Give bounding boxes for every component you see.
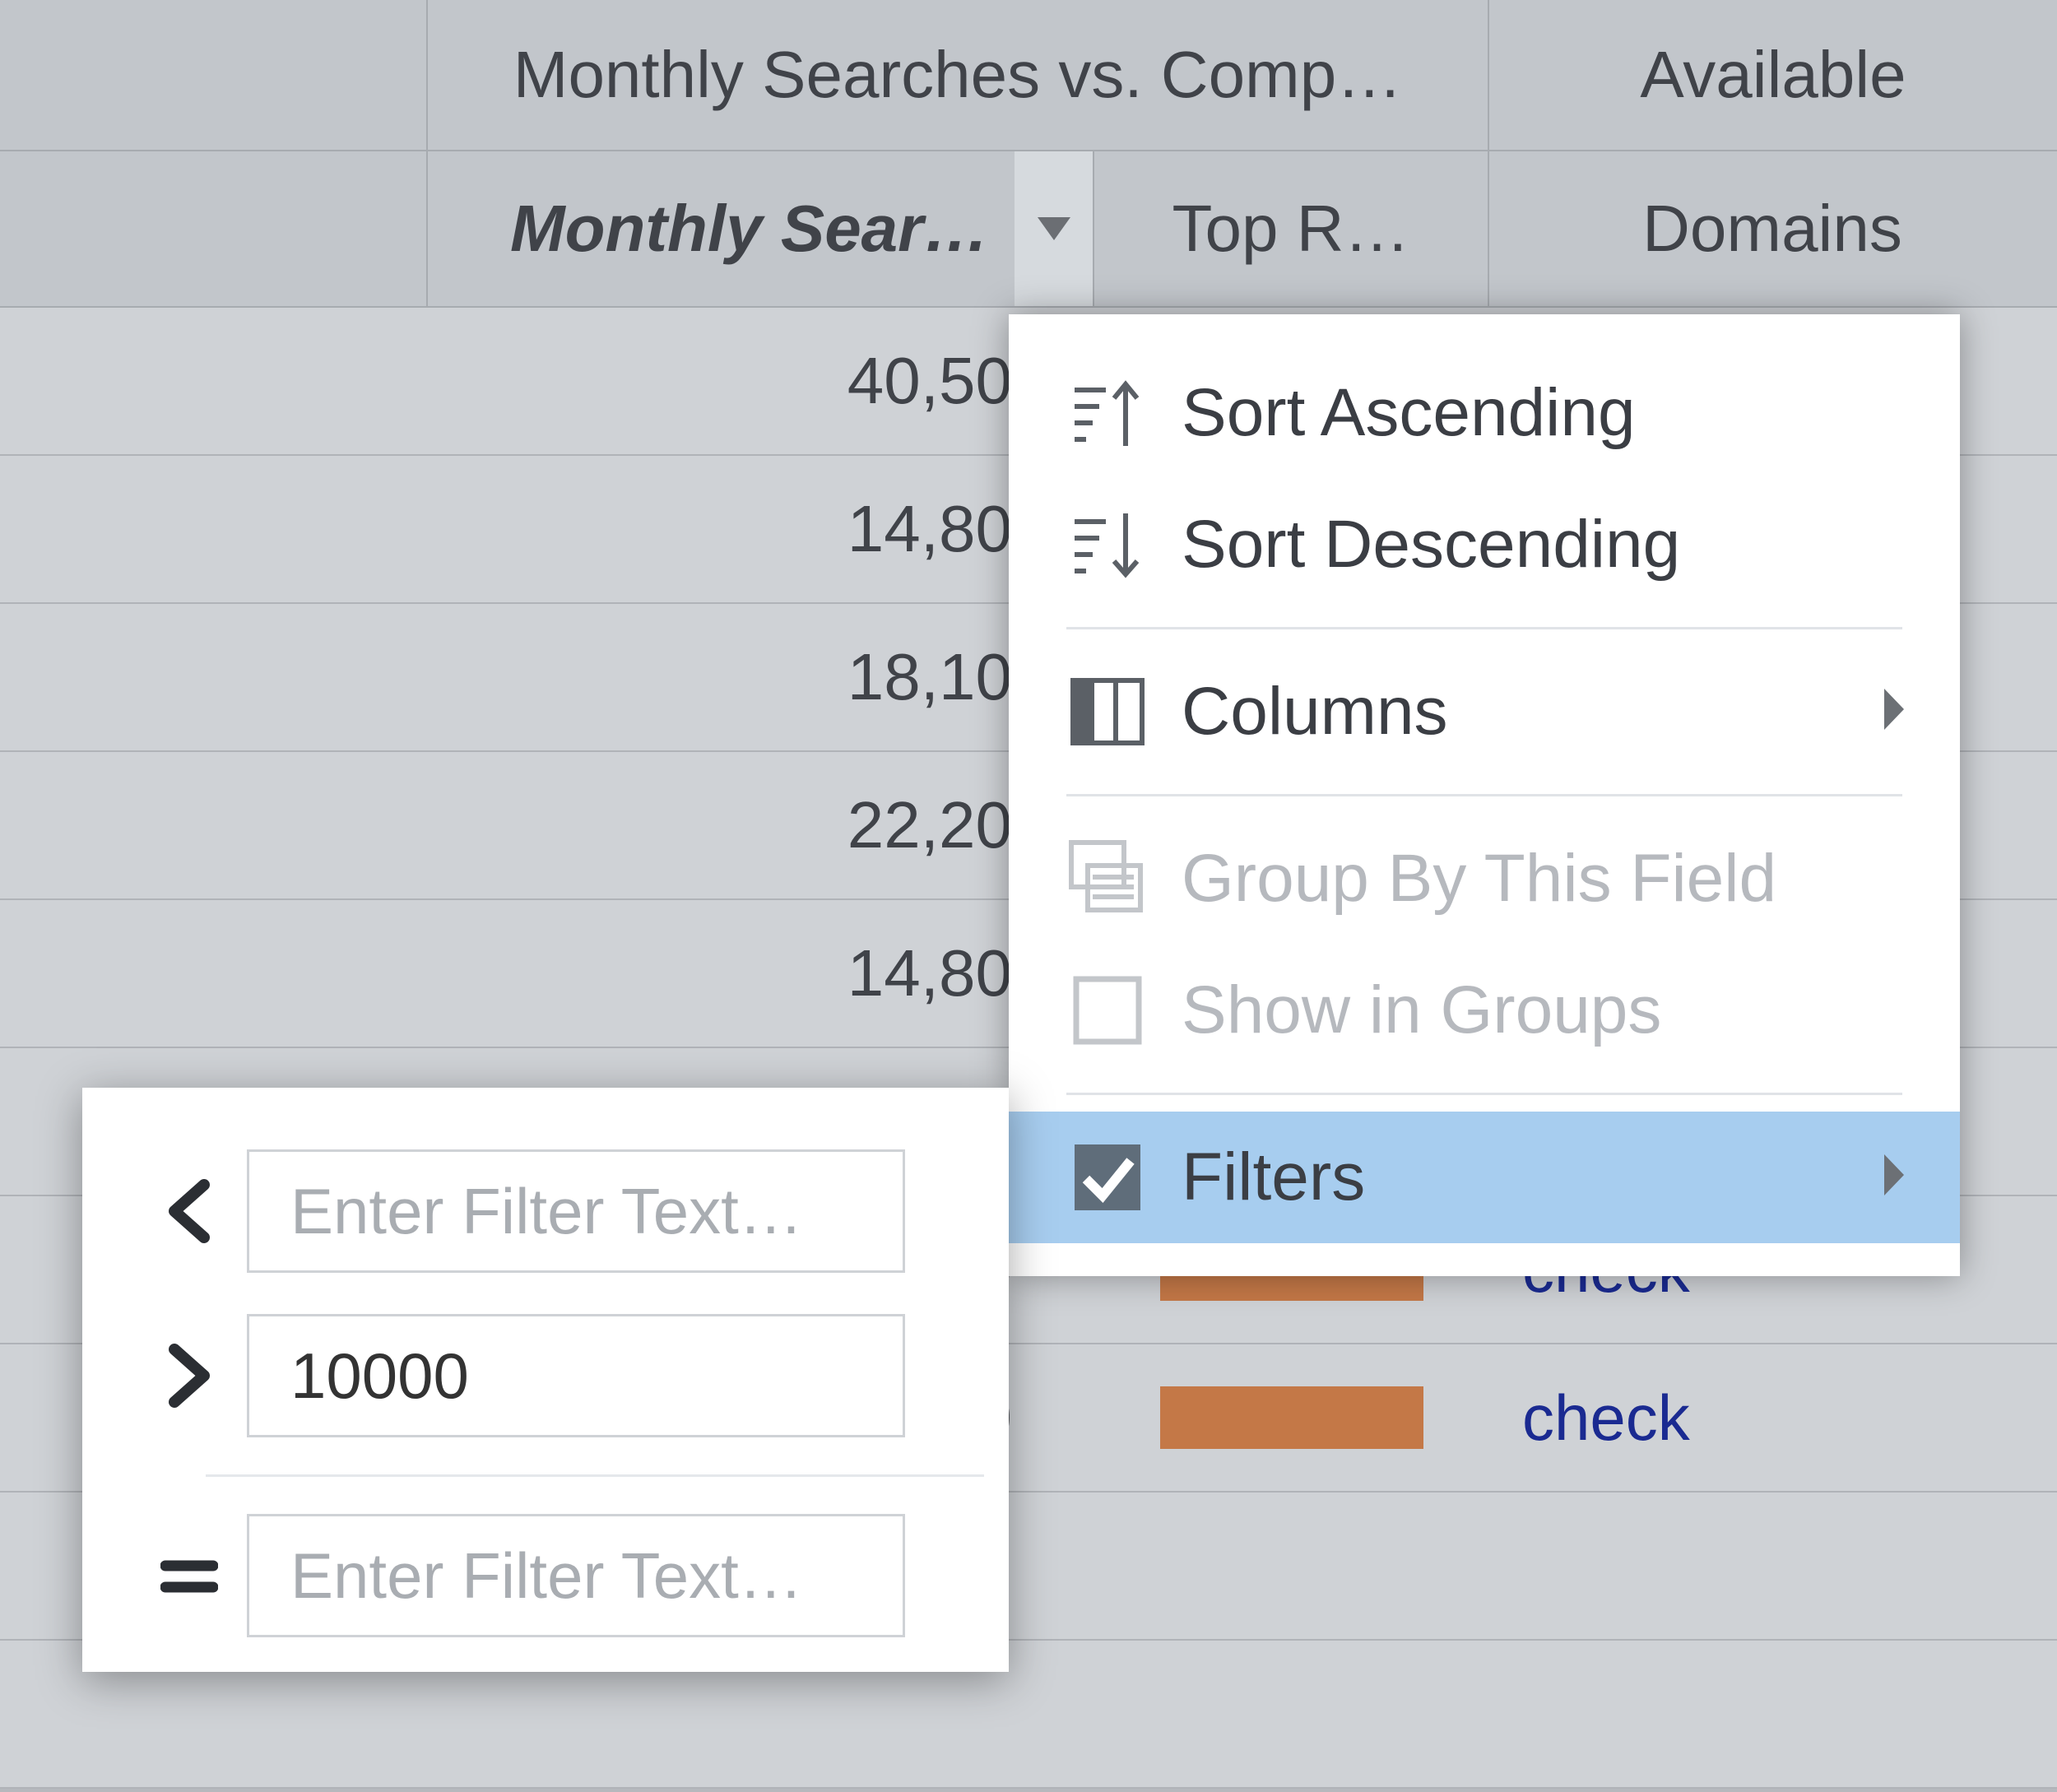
menu-columns[interactable]: Columns xyxy=(1009,646,1960,778)
bar-indicator xyxy=(1160,1386,1423,1449)
filter-input-gt[interactable] xyxy=(247,1314,905,1437)
submenu-arrow-icon xyxy=(1878,673,1911,750)
column-header-top-r[interactable]: Top R… xyxy=(1094,151,1489,306)
sort-asc-icon xyxy=(1066,372,1149,454)
chevron-down-icon xyxy=(1038,217,1070,240)
column-header-row: Monthly Sear… Top R… Domains xyxy=(0,151,2057,308)
greater-than-icon xyxy=(132,1343,247,1409)
column-header-monthly-searches[interactable]: Monthly Sear… xyxy=(428,151,1094,306)
menu-item-label: Show in Groups xyxy=(1182,972,1661,1049)
menu-sort-ascending[interactable]: Sort Ascending xyxy=(1009,347,1960,479)
filter-flyout xyxy=(82,1088,1009,1672)
cell-monthly-searches: 14,80 xyxy=(428,900,1094,1047)
checkbox-unchecked-icon xyxy=(1066,969,1149,1052)
group-header-monthly[interactable]: Monthly Searches vs. Comp… xyxy=(428,0,1489,150)
filter-input-eq[interactable] xyxy=(247,1514,905,1637)
less-than-icon xyxy=(132,1178,247,1244)
menu-sort-descending[interactable]: Sort Descending xyxy=(1009,479,1960,610)
checkbox-checked-icon xyxy=(1066,1136,1149,1219)
column-context-menu: Sort Ascending Sort Descending Columns xyxy=(1009,314,1960,1276)
column-header-domains[interactable]: Domains xyxy=(1489,151,2055,306)
menu-item-label: Sort Ascending xyxy=(1182,374,1636,452)
filter-row-eq xyxy=(132,1493,984,1658)
menu-item-label: Group By This Field xyxy=(1182,840,1776,917)
group-header-available[interactable]: Available xyxy=(1489,0,2057,150)
cell-monthly-searches: 40,50 xyxy=(428,308,1094,454)
menu-item-label: Sort Descending xyxy=(1182,506,1680,583)
group-icon xyxy=(1066,838,1149,920)
filter-row-lt xyxy=(132,1129,984,1293)
columns-icon xyxy=(1066,671,1149,753)
sort-desc-icon xyxy=(1066,504,1149,586)
menu-item-label: Columns xyxy=(1182,673,1448,750)
cell-monthly-searches: 22,20 xyxy=(428,752,1094,898)
column-menu-trigger[interactable] xyxy=(1015,151,1093,306)
cell-monthly-searches: 14,80 xyxy=(428,456,1094,602)
filter-row-gt xyxy=(132,1293,984,1458)
cell-monthly-searches: 18,10 xyxy=(428,604,1094,750)
submenu-arrow-icon xyxy=(1878,1139,1911,1216)
domain-link[interactable]: check xyxy=(1489,1344,2057,1491)
menu-filters[interactable]: Filters xyxy=(1009,1112,1960,1243)
column-header-label: Monthly Sear… xyxy=(510,191,989,267)
menu-show-in-groups[interactable]: Show in Groups xyxy=(1009,945,1960,1076)
equals-icon xyxy=(132,1551,247,1600)
menu-item-label: Filters xyxy=(1182,1139,1365,1216)
group-header-row: Monthly Searches vs. Comp… Available xyxy=(0,0,2057,151)
filter-input-lt[interactable] xyxy=(247,1149,905,1273)
menu-group-by-field[interactable]: Group By This Field xyxy=(1009,813,1960,945)
